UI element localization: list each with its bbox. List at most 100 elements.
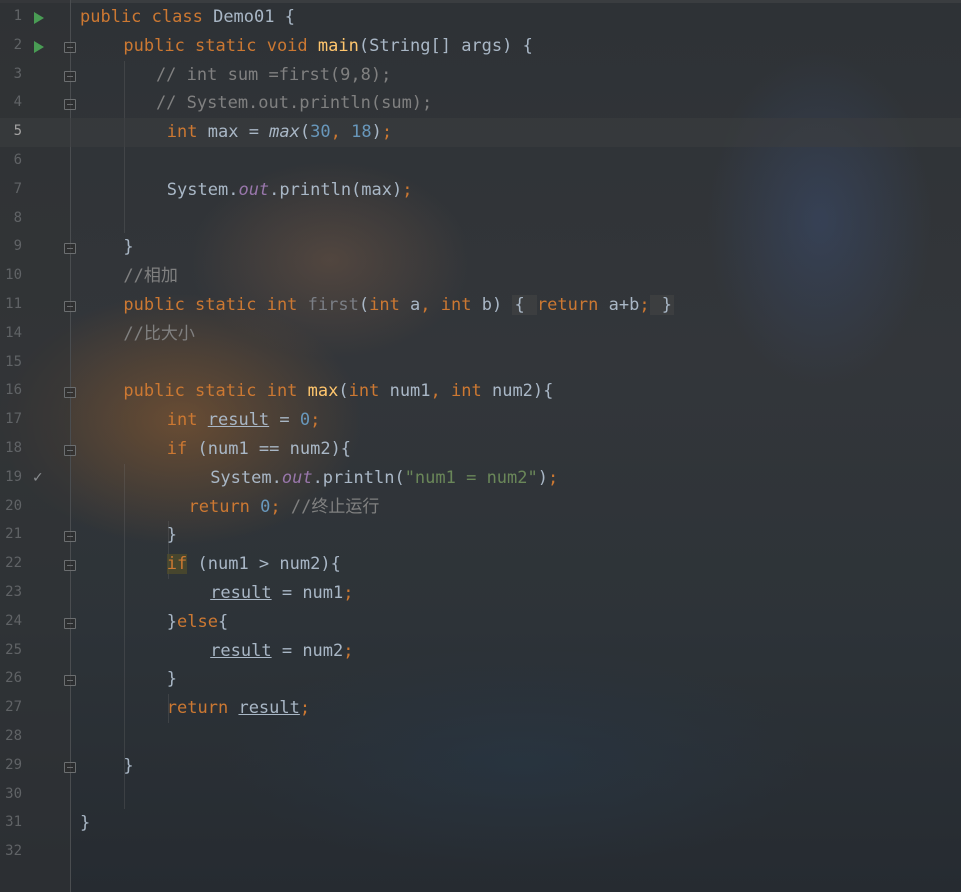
code-text[interactable]: //比大小: [123, 324, 194, 344]
run-icon[interactable]: [34, 40, 44, 53]
fold-toggle-icon[interactable]: [64, 70, 76, 82]
code-text[interactable]: public static int first(int a, int b) { …: [123, 295, 675, 315]
code-line[interactable]: 20 return 0; //终止运行: [0, 493, 961, 522]
code-text[interactable]: }: [80, 813, 90, 833]
code-text[interactable]: // int sum =first(9,8);: [156, 65, 391, 85]
line-number[interactable]: 4: [0, 94, 22, 110]
code-line[interactable]: 7 System.out.println(max);: [0, 176, 961, 205]
fold-toggle-icon[interactable]: [64, 99, 76, 111]
code-line[interactable]: 17 int result = 0;: [0, 406, 961, 435]
code-token: result: [238, 698, 300, 719]
line-number[interactable]: 29: [0, 757, 22, 773]
code-text[interactable]: System.out.println(max);: [167, 180, 413, 200]
code-text[interactable]: return 0; //终止运行: [189, 497, 380, 517]
line-number[interactable]: 25: [0, 642, 22, 658]
code-text[interactable]: public static int max(int num1, int num2…: [123, 381, 553, 401]
code-line[interactable]: 18 if (num1 == num2){: [0, 435, 961, 464]
code-line[interactable]: 19 ✓ System.out.println("num1 = num2");: [0, 464, 961, 493]
code-text[interactable]: }: [123, 756, 133, 776]
code-text[interactable]: int max = max(30, 18);: [167, 122, 392, 142]
code-line[interactable]: 26}: [0, 665, 961, 694]
line-number[interactable]: 14: [0, 325, 22, 341]
line-number[interactable]: 31: [0, 814, 22, 830]
code-text[interactable]: }: [123, 237, 133, 257]
line-number[interactable]: 32: [0, 843, 22, 859]
fold-toggle-icon[interactable]: [64, 41, 76, 53]
code-line[interactable]: 29}: [0, 752, 961, 781]
code-line[interactable]: 31}: [0, 809, 961, 838]
code-text[interactable]: System.out.println("num1 = num2");: [210, 468, 558, 488]
code-line[interactable]: 21}: [0, 521, 961, 550]
code-line[interactable]: 28: [0, 723, 961, 752]
code-text[interactable]: int result = 0;: [167, 410, 321, 430]
code-text[interactable]: }: [167, 525, 177, 545]
code-line[interactable]: 11 public static int first(int a, int b) …: [0, 291, 961, 320]
code-text[interactable]: public static void main(String[] args) {: [123, 36, 532, 56]
code-line[interactable]: 14 //比大小: [0, 320, 961, 349]
line-number[interactable]: 9: [0, 238, 22, 254]
code-line[interactable]: 25 result = num2;: [0, 637, 961, 666]
fold-toggle-icon[interactable]: [64, 560, 76, 572]
code-line[interactable]: 1 public class Demo01 {: [0, 3, 961, 32]
code-line[interactable]: 15: [0, 349, 961, 378]
code-line[interactable]: 30: [0, 781, 961, 810]
fold-toggle-icon[interactable]: [64, 243, 76, 255]
code-line[interactable]: 24 }else{: [0, 608, 961, 637]
code-text[interactable]: }: [167, 669, 177, 689]
line-number[interactable]: 7: [0, 181, 22, 197]
code-line[interactable]: 16 public static int max(int num1, int nu…: [0, 377, 961, 406]
run-icon[interactable]: [34, 12, 44, 24]
code-text[interactable]: if (num1 > num2){: [166, 554, 341, 575]
code-line[interactable]: 9}: [0, 233, 961, 262]
code-text[interactable]: public class Demo01 {: [80, 7, 295, 27]
line-number[interactable]: 1: [0, 8, 22, 24]
line-number[interactable]: 27: [0, 699, 22, 715]
line-number[interactable]: 19: [0, 469, 22, 485]
line-number[interactable]: 18: [0, 440, 22, 456]
fold-toggle-icon[interactable]: [64, 387, 76, 399]
line-number[interactable]: 11: [0, 296, 22, 312]
line-number[interactable]: 23: [0, 584, 22, 600]
fold-toggle-icon[interactable]: [64, 445, 76, 456]
code-text[interactable]: // System.out.println(sum);: [156, 93, 432, 113]
code-editor[interactable]: 1 public class Demo01 { 2 public static voi…: [0, 0, 961, 892]
code-line[interactable]: 4 // System.out.println(sum);: [0, 89, 961, 118]
line-number[interactable]: 3: [0, 66, 22, 82]
fold-toggle-icon[interactable]: [64, 675, 76, 687]
line-number[interactable]: 20: [0, 498, 22, 514]
code-line[interactable]: 6: [0, 147, 961, 176]
code-text[interactable]: return result;: [167, 698, 310, 718]
line-number[interactable]: 28: [0, 728, 22, 744]
code-line[interactable]: 10 //相加: [0, 262, 961, 291]
code-line[interactable]: 22 if (num1 > num2){: [0, 550, 961, 579]
line-number[interactable]: 30: [0, 786, 22, 802]
code-line[interactable]: 3 // int sum =first(9,8);: [0, 61, 961, 90]
fold-toggle-icon[interactable]: [64, 617, 76, 629]
code-line[interactable]: 32: [0, 838, 961, 867]
code-line[interactable]: 2 public static void main(String[] args) …: [0, 32, 961, 61]
line-number[interactable]: 6: [0, 152, 22, 168]
line-number[interactable]: 21: [0, 526, 22, 542]
code-text[interactable]: result = num1;: [210, 583, 353, 603]
line-number[interactable]: 17: [0, 411, 22, 427]
fold-toggle-icon[interactable]: [64, 531, 76, 543]
line-number[interactable]: 10: [0, 267, 22, 283]
code-text[interactable]: //相加: [123, 266, 177, 286]
line-number[interactable]: 16: [0, 382, 22, 398]
line-number[interactable]: 24: [0, 613, 22, 629]
line-number[interactable]: 5: [0, 123, 22, 139]
code-line[interactable]: 5 int max = max(30, 18);: [0, 118, 961, 148]
fold-toggle-icon[interactable]: [64, 761, 76, 773]
line-number[interactable]: 2: [0, 37, 22, 53]
code-line[interactable]: 23 result = num1;: [0, 579, 961, 608]
code-text[interactable]: }else{: [167, 612, 228, 632]
code-line[interactable]: 27 return result;: [0, 694, 961, 723]
code-text[interactable]: if (num1 == num2){: [167, 439, 351, 459]
code-line[interactable]: 8: [0, 205, 961, 234]
code-text[interactable]: result = num2;: [210, 641, 353, 661]
line-number[interactable]: 26: [0, 670, 22, 686]
line-number[interactable]: 22: [0, 555, 22, 571]
line-number[interactable]: 8: [0, 210, 22, 226]
fold-toggle-icon[interactable]: [64, 301, 76, 312]
line-number[interactable]: 15: [0, 354, 22, 370]
